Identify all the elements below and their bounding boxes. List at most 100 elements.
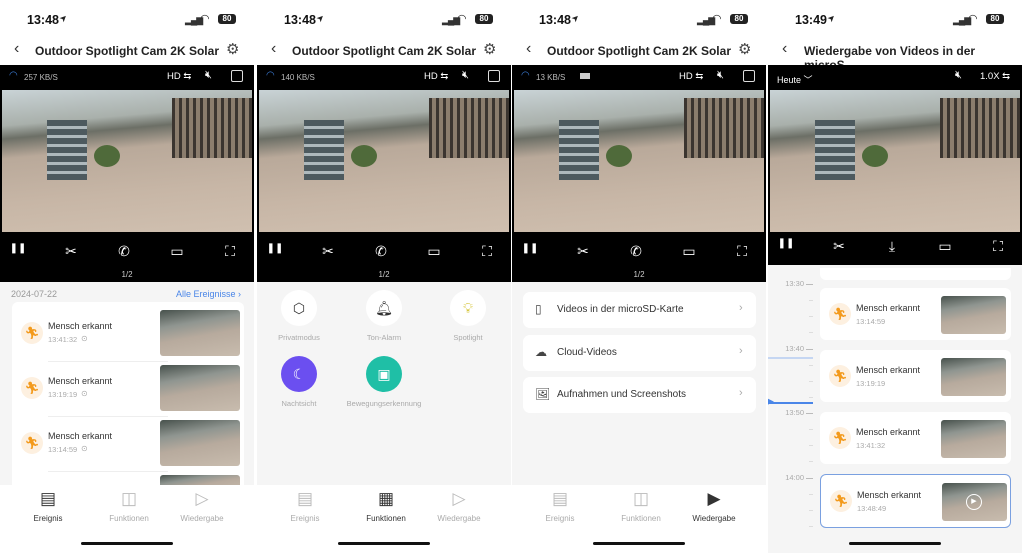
back-button[interactable]: ‹ [782, 40, 787, 58]
pause-icon[interactable]: ❚❚ [520, 243, 540, 254]
tab-wiedergabe[interactable]: ▷ Wiedergabe [167, 489, 237, 523]
record-video-icon[interactable]: ▭ [679, 243, 699, 260]
tab-ereignis[interactable]: ▤ Ereignis [270, 489, 340, 523]
wifi-icon: ◠ [457, 13, 467, 25]
timeline-label: 13:40 [785, 343, 804, 353]
quality-toggle[interactable]: HD ⇆ [679, 71, 703, 82]
tab-funktionen[interactable]: ◫ Funktionen [606, 489, 676, 523]
event-row[interactable]: 🏃︎ Mensch erkannt 13:14:59 ⊙ [12, 420, 244, 466]
timeline-event-card[interactable]: 🏃︎ Mensch erkannt 13:19:19 [820, 350, 1011, 402]
record-video-icon[interactable]: ▭ [167, 243, 187, 260]
timeline-label: 14:00 [785, 472, 804, 482]
event-label: Mensch erkannt [857, 490, 922, 500]
phone-call-icon[interactable]: ✆ [371, 243, 391, 260]
lightbulb-icon[interactable]: 💡︎ [450, 290, 486, 326]
menu-label: Aufnahmen und Screenshots [557, 389, 686, 400]
event-list-icon: ▤ [296, 489, 314, 508]
timeline-event-card[interactable]: 🏃︎ Mensch erkannt 13:48:49 ▶ [820, 474, 1011, 528]
clip-scissors-icon[interactable]: ✂ [829, 238, 849, 255]
running-person-icon: 🏃︎ [21, 377, 43, 399]
record-video-icon[interactable]: ▭ [935, 238, 955, 255]
mute-icon[interactable]: 🔇︎ [462, 69, 469, 82]
page-title: Outdoor Spotlight Cam 2K Solar [34, 44, 219, 58]
sd-card-icon: ▯ [535, 302, 542, 316]
bell-icon[interactable]: 🔔︎ [366, 290, 402, 326]
timeline-event-card[interactable]: 🏃︎ Mensch erkannt 13:14:59 [820, 288, 1011, 340]
camera-video-feed[interactable] [2, 90, 252, 232]
pause-icon[interactable]: ❚❚ [776, 238, 796, 249]
tab-label: Wiedergabe [180, 514, 224, 523]
event-thumbnail[interactable] [941, 296, 1006, 334]
date-filter-dropdown[interactable]: Heute ﹀ [777, 73, 813, 86]
all-events-link[interactable]: Alle Ereignisse › [176, 289, 241, 299]
event-row[interactable]: 🏃︎ Mensch erkannt 13:41:32 ⊙ [12, 310, 244, 356]
motion-detection-icon[interactable]: ▣ [366, 356, 402, 392]
bottom-tab-bar: ▤ Ereignis ▦ Funktionen ▷ Wiedergabe [257, 485, 511, 553]
multi-view-icon[interactable] [231, 70, 243, 82]
clip-scissors-icon[interactable]: ✂ [573, 243, 593, 260]
menu-item-2[interactable]: ☁ Cloud-Videos › [523, 334, 756, 371]
tab-wiedergabe[interactable]: ▶ Wiedergabe [679, 489, 749, 523]
multi-view-icon[interactable] [743, 70, 755, 82]
event-time: 13:48:49 [857, 504, 887, 513]
wifi-icon: ◠ [968, 13, 978, 25]
camera-video-feed[interactable] [514, 90, 764, 232]
moon-icon[interactable]: ☾ [281, 356, 317, 392]
settings-gear-icon[interactable]: ⚙ [483, 40, 496, 58]
nav-header: ‹ Outdoor Spotlight Cam 2K Solar ⚙ [257, 36, 511, 65]
wifi-icon: ◠ [521, 70, 530, 81]
tab-ereignis[interactable]: ▤ Ereignis [525, 489, 595, 523]
settings-gear-icon[interactable]: ⚙ [226, 40, 239, 58]
mute-icon[interactable]: 🔇︎ [717, 69, 724, 82]
mute-icon[interactable]: 🔇︎ [955, 69, 962, 82]
event-thumbnail[interactable] [941, 358, 1006, 396]
fullscreen-icon[interactable]: ⛶ [220, 243, 240, 260]
tab-funktionen[interactable]: ◫ Funktionen [94, 489, 164, 523]
event-label: Mensch erkannt [48, 431, 113, 441]
timeline-playhead[interactable] [768, 402, 813, 404]
multi-view-icon[interactable] [488, 70, 500, 82]
tab-label: Funktionen [366, 514, 406, 523]
download-icon[interactable]: ⤓ [882, 238, 902, 255]
event-thumbnail[interactable] [160, 310, 240, 356]
wifi-icon: ◠ [9, 70, 18, 81]
pause-icon[interactable]: ❚❚ [265, 243, 285, 254]
phone-screen-2: 13:48 ➤ ▂▄▆ ◠ 80 ‹ Outdoor Spotlight Cam 2K So… [257, 0, 511, 553]
phone-call-icon[interactable]: ✆ [626, 243, 646, 260]
fullscreen-icon[interactable]: ⛶ [477, 243, 497, 260]
quality-toggle[interactable]: HD ⇆ [167, 71, 191, 82]
phone-screen-1: 13:48 ➤ ▂▄▆ ◠ 80 ‹ Outdoor Spotlight Cam 2K So… [0, 0, 254, 553]
event-time: 13:19:19 [856, 379, 886, 388]
quality-toggle[interactable]: HD ⇆ [424, 71, 448, 82]
timeline-prev-card [820, 268, 1011, 280]
event-thumbnail[interactable]: ▶ [942, 483, 1007, 521]
speed-toggle[interactable]: 1.0X ⇆ [980, 71, 1010, 82]
event-thumbnail[interactable] [941, 420, 1006, 458]
event-row[interactable]: 🏃︎ Mensch erkannt 13:19:19 ⊙ [12, 365, 244, 411]
tab-wiedergabe[interactable]: ▷ Wiedergabe [424, 489, 494, 523]
settings-gear-icon[interactable]: ⚙ [738, 40, 751, 58]
pause-icon[interactable]: ❚❚ [8, 243, 28, 254]
camera-video-feed[interactable] [770, 90, 1020, 232]
menu-item-3[interactable]: 🖼︎ Aufnahmen und Screenshots › [523, 377, 756, 413]
battery-icon: 80 [475, 14, 493, 24]
phone-call-icon[interactable]: ✆ [114, 243, 134, 260]
menu-item-1[interactable]: ▯ Videos in der microSD-Karte › [523, 292, 756, 328]
clip-scissors-icon[interactable]: ✂ [318, 243, 338, 260]
clip-scissors-icon[interactable]: ✂ [61, 243, 81, 260]
home-indicator [849, 542, 941, 545]
tab-label: Ereignis [545, 514, 575, 523]
record-video-icon[interactable]: ▭ [424, 243, 444, 260]
event-thumbnail[interactable] [160, 420, 240, 466]
camera-video-feed[interactable] [259, 90, 509, 232]
mute-icon[interactable]: 🔇︎ [205, 69, 212, 82]
tab-funktionen[interactable]: ▦ Funktionen [351, 489, 421, 523]
event-thumbnail[interactable] [160, 365, 240, 411]
functions-grid-icon: ◫ [632, 489, 650, 508]
fullscreen-icon[interactable]: ⛶ [988, 238, 1008, 255]
fullscreen-icon[interactable]: ⛶ [732, 243, 752, 260]
timeline-event-card[interactable]: 🏃︎ Mensch erkannt 13:41:32 [820, 412, 1011, 464]
shield-icon[interactable]: ⬡ [281, 290, 317, 326]
timeline-minor-tick [809, 364, 813, 366]
tab-ereignis[interactable]: ▤ Ereignis [13, 489, 83, 523]
